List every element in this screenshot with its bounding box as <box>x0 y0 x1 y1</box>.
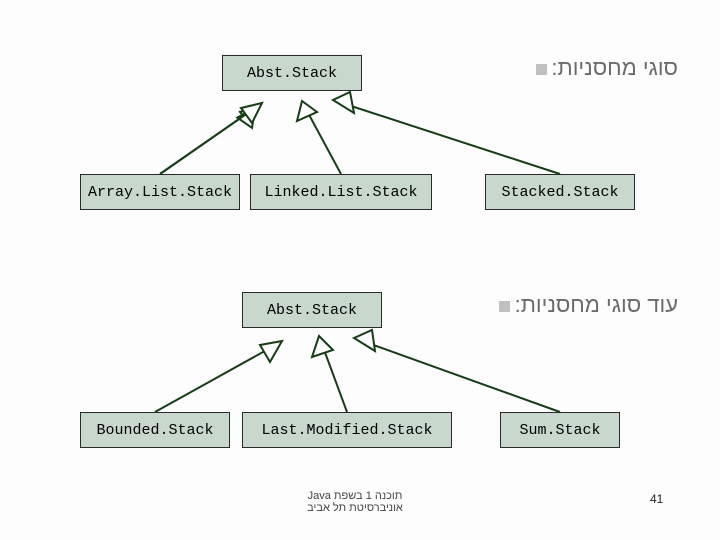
heading-stack-types-text: סוגי מחסניות: <box>551 55 678 80</box>
heading-stack-types: סוגי מחסניות: <box>528 55 678 81</box>
box-diagram1-child-0: Array.List.Stack <box>80 174 240 210</box>
box-diagram2-child-0: Bounded.Stack <box>80 412 230 448</box>
arrow-d2-c0 <box>155 341 282 412</box>
box-diagram2-child-2-label: Sum.Stack <box>519 422 600 439</box>
box-diagram2-parent: Abst.Stack <box>242 292 382 328</box>
footer-course-line2: אוניברסיטת תל אביב <box>270 502 440 514</box>
footer-course-line1: תוכנה 1 בשפת Java <box>270 490 440 502</box>
box-diagram1-child-0-label: Array.List.Stack <box>88 184 232 201</box>
arrow-d2-c2 <box>354 330 560 412</box>
box-diagram1-parent-label: Abst.Stack <box>247 65 337 82</box>
box-diagram1-child-2-label: Stacked.Stack <box>501 184 618 201</box>
footer-course: תוכנה 1 בשפת Java אוניברסיטת תל אביב <box>270 490 440 514</box>
box-diagram1-child-2: Stacked.Stack <box>485 174 635 210</box>
arrow-d1-c2 <box>333 92 560 174</box>
box-diagram1-child-1-label: Linked.List.Stack <box>264 184 417 201</box>
box-diagram2-parent-label: Abst.Stack <box>267 302 357 319</box>
page-number: 41 <box>650 492 663 506</box>
box-diagram1-parent: Abst.Stack <box>222 55 362 91</box>
box-diagram2-child-1-label: Last.Modified.Stack <box>261 422 432 439</box>
box-diagram1-child-1: Linked.List.Stack <box>250 174 432 210</box>
box-diagram2-child-0-label: Bounded.Stack <box>96 422 213 439</box>
box-diagram2-child-2: Sum.Stack <box>500 412 620 448</box>
arrow-d1-c0 <box>160 103 262 174</box>
arrow-d1-c1 <box>297 101 341 174</box>
box-diagram2-child-1: Last.Modified.Stack <box>242 412 452 448</box>
arrow-d2-c1 <box>312 336 347 412</box>
heading-more-stack-types-text: עוד סוגי מחסניות: <box>515 292 678 317</box>
heading-more-stack-types: עוד סוגי מחסניות: <box>491 292 678 318</box>
